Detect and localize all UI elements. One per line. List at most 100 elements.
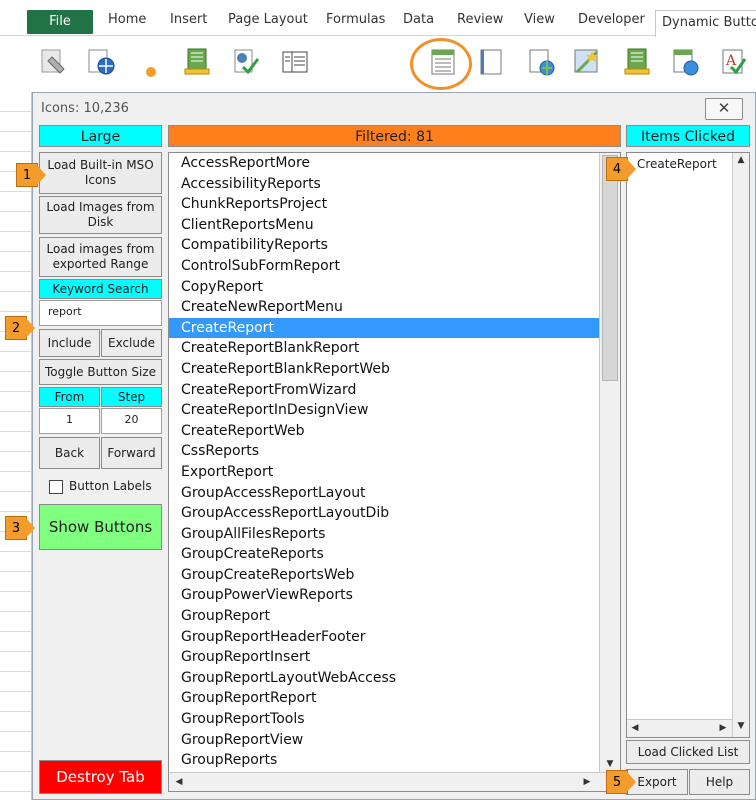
tab-home[interactable]: Home	[108, 8, 146, 32]
eraser-icon[interactable]	[38, 47, 68, 77]
tab-review[interactable]: Review	[457, 8, 503, 32]
filtered-list-item[interactable]: CreateReportBlankReportWeb	[169, 359, 599, 380]
callout-5: 5	[606, 770, 636, 794]
filtered-list-item[interactable]: GroupReports	[169, 750, 599, 771]
dot-icon[interactable]	[136, 47, 166, 77]
blank-report-icon[interactable]	[476, 47, 506, 77]
help-button[interactable]: Help	[689, 769, 750, 795]
filtered-list-item[interactable]: GroupAccessReportLayout	[169, 483, 599, 504]
tab-page-layout[interactable]: Page Layout	[228, 8, 308, 32]
filtered-list-item[interactable]: CreateNewReportMenu	[169, 297, 599, 318]
report-globe-icon[interactable]	[670, 47, 700, 77]
tab-file[interactable]: File	[27, 10, 93, 34]
filtered-list-item[interactable]: GroupReportHeaderFooter	[169, 627, 599, 648]
from-input[interactable]: 1	[39, 408, 100, 434]
report-wizard-icon[interactable]	[572, 47, 602, 77]
web-settings-icon[interactable]	[86, 47, 116, 77]
load-range-images-button[interactable]: Load images from exported Range	[39, 237, 162, 277]
tab-developer[interactable]: Developer	[578, 8, 645, 32]
filtered-list-item[interactable]: ChunkReportsProject	[169, 194, 599, 215]
forward-button[interactable]: Forward	[101, 437, 162, 469]
back-button[interactable]: Back	[39, 437, 100, 469]
filtered-list-item[interactable]: CreateReportFromWizard	[169, 380, 599, 401]
clicked-scroll-left-arrow[interactable]: ◀	[627, 723, 643, 733]
filtered-list-item[interactable]: CreateReportBlankReport	[169, 338, 599, 359]
clicked-scroll-right-arrow[interactable]: ▶	[715, 723, 731, 733]
filtered-list-item[interactable]: CreateReport	[169, 317, 599, 339]
callout-3: 3	[5, 516, 35, 540]
callout-2: 2	[5, 316, 35, 340]
show-buttons-button[interactable]: Show Buttons	[39, 504, 162, 550]
clicked-scroll-up-arrow[interactable]: ▲	[733, 155, 749, 165]
load-mso-icons-button[interactable]: Load Built-in MSO Icons	[39, 152, 162, 194]
filtered-list-item[interactable]: ControlSubFormReport	[169, 256, 599, 277]
clicked-scroll-down-arrow[interactable]: ▼	[733, 721, 749, 731]
tab-data[interactable]: Data	[403, 8, 434, 32]
create-report-icon[interactable]	[428, 47, 458, 77]
layout-icon[interactable]	[280, 47, 310, 77]
filtered-list-item[interactable]: GroupReportTools	[169, 709, 599, 730]
destroy-tab-button[interactable]: Destroy Tab	[39, 760, 162, 794]
filtered-list-item[interactable]: ClientReportsMenu	[169, 215, 599, 236]
icon-browser-dialog: Icons: 10,236 ✕ Large Load Built-in MSO …	[32, 92, 756, 800]
filtered-list-item[interactable]: CssReports	[169, 441, 599, 462]
filtered-list[interactable]: AccessReportMore AccessibilityReports Chun…	[168, 152, 621, 792]
filtered-list-item[interactable]: GroupReportLayoutWebAccess	[169, 668, 599, 689]
button-labels-checkbox[interactable]	[49, 480, 63, 494]
items-clicked-list[interactable]: CreateReport ▲ ▼ ◀ ▶	[626, 152, 750, 738]
load-clicked-list-button[interactable]: Load Clicked List	[626, 740, 750, 764]
button-labels-label: Button Labels	[69, 479, 152, 493]
size-header: Large	[39, 125, 162, 147]
filtered-list-item[interactable]: GroupCreateReports	[169, 544, 599, 565]
tab-formulas[interactable]: Formulas	[326, 8, 385, 32]
tab-dynamic-buttons[interactable]: Dynamic Buttons	[655, 10, 756, 37]
keyword-search-header: Keyword Search	[39, 279, 162, 299]
filtered-list-item[interactable]: CreateReportInDesignView	[169, 400, 599, 421]
scroll-right-arrow[interactable]: ▶	[579, 777, 595, 787]
filtered-list-item[interactable]: GroupReportView	[169, 730, 599, 751]
spreadsheet-edge	[0, 92, 32, 800]
ruler-sheet-icon[interactable]	[182, 47, 212, 77]
ribbon-tab-bar: File Home Insert Page Layout Formulas Da…	[0, 0, 756, 37]
report-web-icon[interactable]	[526, 47, 556, 77]
from-header: From	[39, 387, 100, 407]
load-disk-images-button[interactable]: Load Images from Disk	[39, 196, 162, 234]
scroll-down-arrow[interactable]: ▼	[602, 759, 618, 769]
clicked-vertical-scrollbar[interactable]: ▲ ▼	[732, 153, 749, 737]
filtered-list-item[interactable]: ExportReport	[169, 462, 599, 483]
filtered-list-item[interactable]: CopyReport	[169, 277, 599, 298]
filtered-list-item[interactable]: GroupAllFilesReports	[169, 524, 599, 545]
callout-4: 4	[606, 157, 636, 181]
close-button[interactable]: ✕	[705, 98, 743, 120]
clicked-item[interactable]: CreateReport	[637, 157, 717, 171]
scroll-left-arrow[interactable]: ◀	[171, 777, 187, 787]
include-button[interactable]: Include	[39, 329, 100, 357]
filtered-list-item[interactable]: GroupReportInsert	[169, 647, 599, 668]
ribbon-toolbar: A	[0, 37, 756, 92]
filtered-list-item[interactable]: AccessReportMore	[169, 153, 599, 174]
report-design-icon[interactable]	[622, 47, 652, 77]
keyword-search-input[interactable]: report	[39, 300, 162, 326]
tab-view[interactable]: View	[524, 8, 555, 32]
toggle-button-size-button[interactable]: Toggle Button Size	[39, 359, 162, 385]
spelling-icon[interactable]: A	[718, 47, 748, 77]
filtered-horizontal-scrollbar[interactable]: ◀ ▶	[169, 772, 620, 791]
filtered-list-item[interactable]: GroupReportReport	[169, 688, 599, 709]
filtered-list-item[interactable]: GroupAccessReportLayoutDib	[169, 503, 599, 524]
step-header: Step	[101, 387, 162, 407]
filtered-scroll-thumb[interactable]	[602, 155, 618, 381]
filtered-vertical-scrollbar[interactable]: ▼	[599, 153, 620, 775]
check-sheet-icon[interactable]	[230, 47, 260, 77]
clicked-horizontal-scrollbar[interactable]: ◀ ▶	[627, 719, 732, 737]
svg-text:A: A	[725, 53, 737, 69]
filtered-list-item[interactable]: GroupPowerViewReports	[169, 585, 599, 606]
filtered-list-item[interactable]: CreateReportWeb	[169, 421, 599, 442]
exclude-button[interactable]: Exclude	[101, 329, 162, 357]
filtered-list-item[interactable]: CompatibilityReports	[169, 235, 599, 256]
step-input[interactable]: 20	[101, 408, 162, 434]
tab-insert[interactable]: Insert	[170, 8, 207, 32]
filtered-list-item[interactable]: AccessibilityReports	[169, 174, 599, 195]
filtered-list-item[interactable]: GroupReport	[169, 606, 599, 627]
filtered-list-item[interactable]: GroupCreateReportsWeb	[169, 565, 599, 586]
items-clicked-header: Items Clicked	[626, 125, 750, 147]
